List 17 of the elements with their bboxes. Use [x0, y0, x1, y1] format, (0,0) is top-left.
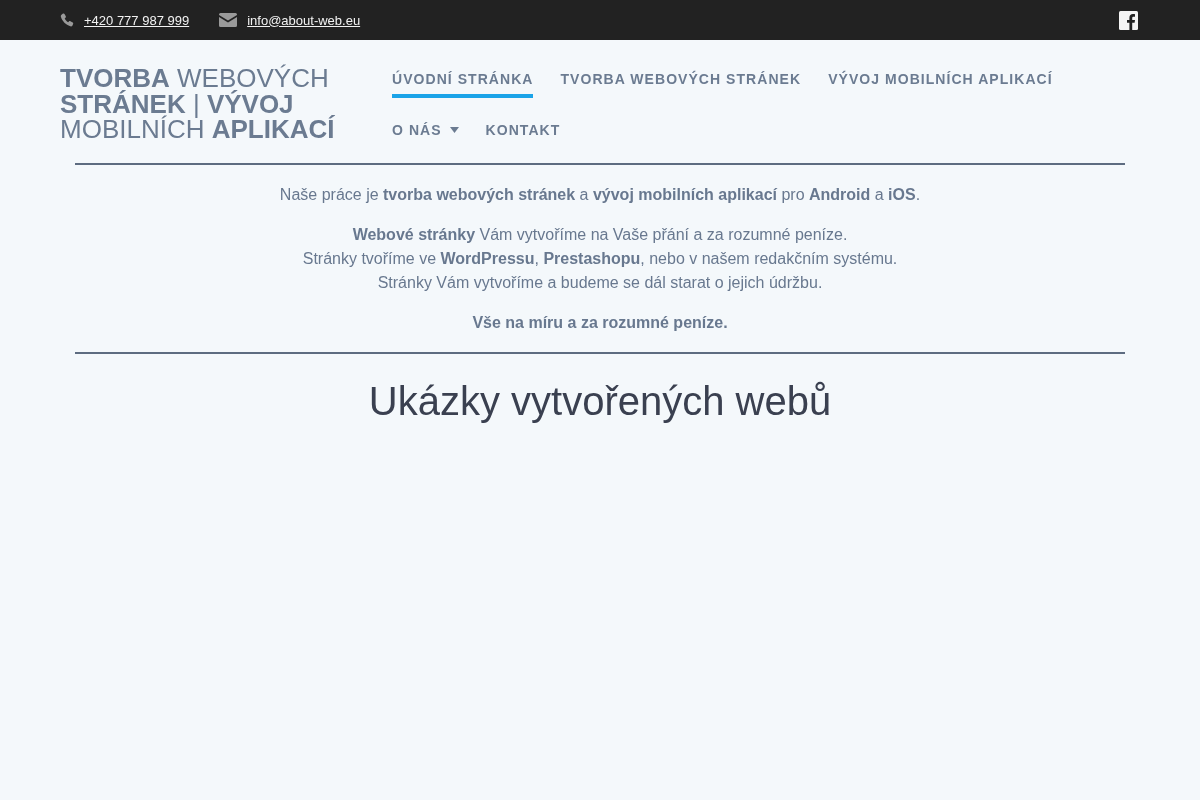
- site-logo[interactable]: TVORBA WEBOVÝCH STRÁNEK | VÝVOJ MOBILNÍCH APLIKACÍ: [60, 66, 350, 143]
- nav-link[interactable]: O NÁS: [392, 113, 459, 149]
- intro-text: Webové stránky Vám vytvoříme na Vaše přání a za rozumné peníze.: [351, 225, 849, 245]
- phone-icon: [60, 13, 74, 27]
- nav-link[interactable]: ÚVODNÍ STRÁNKA: [392, 62, 534, 98]
- nav-link[interactable]: KONTAKT: [485, 113, 561, 149]
- nav-link[interactable]: VÝVOJ MOBILNÍCH APLIKACÍ: [828, 62, 1053, 98]
- intro-text: Vše na míru a za rozumné peníze.: [471, 313, 729, 333]
- email-link[interactable]: info@about-web.eu: [247, 12, 361, 28]
- facebook-icon[interactable]: [1119, 10, 1138, 30]
- intro-text: Stránky tvoříme ve WordPressu, Prestashopu, nebo v našem redakčním systému.: [301, 249, 899, 269]
- envelope-icon: [219, 13, 238, 27]
- phone-link[interactable]: +420 777 987 999: [84, 12, 190, 28]
- nav-link[interactable]: TVORBA WEBOVÝCH STRÁNEK: [560, 62, 802, 98]
- intro-text: Naše práce je tvorba webových stránek a vývoj mobilních aplikací pro Android a iOS.: [278, 185, 922, 205]
- section-heading: Ukázky vytvořených webů: [368, 378, 832, 425]
- intro-text: Stránky Vám vytvoříme a budeme se dál starat o jejich údržbu.: [376, 273, 824, 293]
